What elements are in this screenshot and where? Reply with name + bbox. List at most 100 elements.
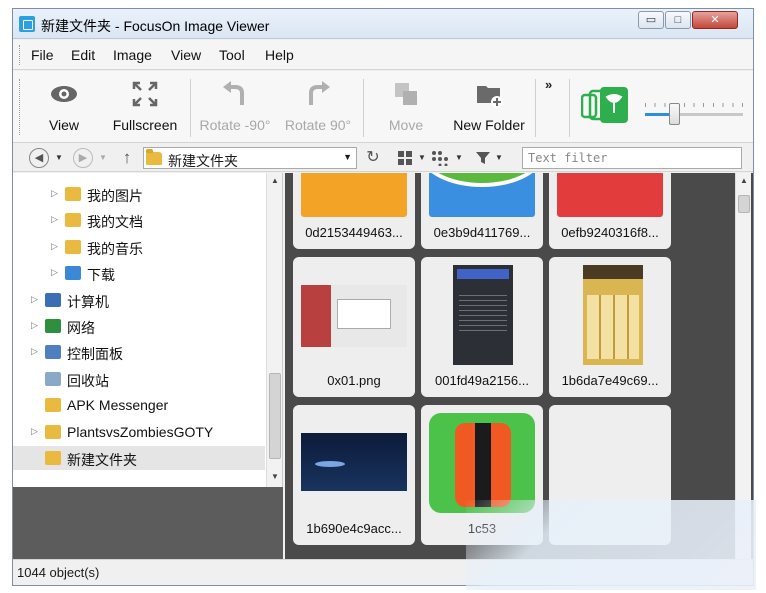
tree-item-label: 下载 xyxy=(87,267,115,284)
zoom-slider[interactable] xyxy=(645,103,743,125)
expand-arrow-icon[interactable]: ▷ xyxy=(31,426,38,437)
tree-item-label: 网络 xyxy=(67,320,95,336)
thumbnail-artwork xyxy=(587,295,639,359)
scroll-down-icon[interactable]: ▼ xyxy=(267,469,283,485)
new-folder-label: New Folder xyxy=(453,117,525,133)
scroll-up-icon[interactable]: ▲ xyxy=(736,173,752,189)
thumbnail-image xyxy=(301,265,407,365)
folder-icon xyxy=(45,398,61,413)
path-text: 新建文件夹 xyxy=(168,153,238,169)
menu-view[interactable]: View xyxy=(171,47,201,63)
new-folder-icon xyxy=(477,86,503,108)
thumbnail-artwork xyxy=(457,269,509,279)
text-filter-input[interactable]: Text filter xyxy=(522,147,742,169)
expand-arrow-icon[interactable]: ▷ xyxy=(51,188,58,199)
path-dropdown-icon[interactable]: ▼ xyxy=(343,152,352,162)
thumbnail-item[interactable]: 0e3b9d411769... xyxy=(421,173,543,249)
forward-arrow-icon[interactable]: ▶ xyxy=(73,148,93,168)
expand-arrow-icon[interactable]: ▷ xyxy=(31,346,38,357)
menu-help[interactable]: Help xyxy=(265,47,294,63)
tree-item[interactable]: ▷ 控制面板 xyxy=(13,340,265,364)
tree-item[interactable]: ▷ PlantsvsZombiesGOTY xyxy=(13,420,265,444)
expand-arrow-icon[interactable]: ▷ xyxy=(31,320,38,331)
thumbnail-artwork xyxy=(583,265,643,279)
menu-tool[interactable]: Tool xyxy=(219,47,245,63)
tree-scrollbar[interactable]: ▲ ▼ xyxy=(266,173,282,487)
scroll-up-icon[interactable]: ▲ xyxy=(267,173,283,189)
close-button[interactable]: ✕ xyxy=(692,11,738,29)
thumbnail-image xyxy=(557,173,663,217)
view-mode-dropdown[interactable]: ▼ xyxy=(418,153,426,162)
move-button[interactable]: Move xyxy=(375,71,437,143)
folder-icon xyxy=(45,451,61,465)
tree-item-label: 我的图片 xyxy=(87,188,143,204)
tree-item[interactable]: ▷ 我的文档 xyxy=(13,208,265,232)
thumbnail-caption: 001fd49a2156... xyxy=(435,373,529,388)
rotate-right-icon xyxy=(309,81,330,105)
thumbnail-caption: 1b690e4c9acc... xyxy=(306,521,402,536)
thumbnail-item[interactable]: 1b6da7e49c69... xyxy=(549,257,671,397)
expand-arrow-icon[interactable]: ▷ xyxy=(51,267,58,278)
title-bar[interactable]: 新建文件夹 - FocusOn Image Viewer ▭ □ ✕ xyxy=(13,9,753,39)
scrollbar-thumb[interactable] xyxy=(269,373,281,459)
grid-view-icon[interactable] xyxy=(397,150,413,166)
eye-icon xyxy=(51,86,77,102)
minimize-button[interactable]: ▭ xyxy=(638,11,664,29)
tree-item-label: 新建文件夹 xyxy=(67,452,137,468)
rotate-left-button[interactable]: Rotate -90° xyxy=(197,71,273,143)
tree-item[interactable]: ▷ 计算机 xyxy=(13,288,265,312)
menu-grip xyxy=(19,45,21,65)
back-arrow-icon[interactable]: ◀ xyxy=(29,148,49,168)
expand-arrow-icon[interactable]: ▷ xyxy=(51,214,58,225)
sort-dropdown[interactable]: ▼ xyxy=(455,153,463,162)
toolbar-grip xyxy=(19,79,21,135)
thumbnail-item[interactable]: 0x01.png xyxy=(293,257,415,397)
new-folder-button[interactable]: New Folder xyxy=(447,71,531,143)
thumbnail-image xyxy=(557,265,663,365)
filter-dropdown[interactable]: ▼ xyxy=(495,153,503,162)
toolbar-separator xyxy=(190,79,191,137)
tree-item-label: 计算机 xyxy=(67,293,109,310)
refresh-icon[interactable]: ↻ xyxy=(363,148,383,168)
fullscreen-button[interactable]: Fullscreen xyxy=(105,71,185,143)
maximize-button[interactable]: □ xyxy=(665,11,691,29)
expand-arrow-icon[interactable]: ▷ xyxy=(51,241,58,252)
expand-arrow-icon[interactable]: ▷ xyxy=(31,294,38,305)
recycle-bin-icon xyxy=(45,371,61,386)
view-button[interactable]: View xyxy=(33,71,95,143)
rotate-right-button[interactable]: Rotate 90° xyxy=(281,71,355,143)
up-arrow-icon[interactable]: ↑ xyxy=(117,148,137,168)
tree-item[interactable]: ▷ 下载 xyxy=(13,261,265,285)
scrollbar-thumb[interactable] xyxy=(738,195,750,213)
tree-item[interactable]: 新建文件夹 xyxy=(13,446,265,470)
object-count: 1044 object(s) xyxy=(17,565,100,580)
forward-history-dropdown[interactable]: ▼ xyxy=(99,153,107,162)
thumbnail-caption: 0x01.png xyxy=(327,373,381,388)
window-title: 新建文件夹 - FocusOn Image Viewer xyxy=(41,18,270,34)
thumbnail-caption: 0e3b9d411769... xyxy=(433,225,531,240)
rotate-left-icon xyxy=(223,81,244,105)
fullscreen-label: Fullscreen xyxy=(112,117,178,133)
thumbnail-item[interactable]: 001fd49a2156... xyxy=(421,257,543,397)
menu-file[interactable]: File xyxy=(31,47,54,63)
thumbnail-artwork xyxy=(557,173,663,217)
thumbnail-item[interactable]: 1b690e4c9acc... xyxy=(293,405,415,545)
filter-icon[interactable] xyxy=(475,150,491,166)
path-combobox[interactable]: 新建文件夹 ▼ xyxy=(143,147,357,169)
tree-item[interactable]: ▷ 我的图片 xyxy=(13,182,265,206)
tree-item[interactable]: 回收站 xyxy=(13,367,265,391)
menu-edit[interactable]: Edit xyxy=(71,47,95,63)
thumbnail-image xyxy=(429,265,535,365)
tree-item[interactable]: ▷ 网络 xyxy=(13,314,265,338)
tree-item[interactable]: ▷ 我的音乐 xyxy=(13,235,265,259)
tree-item[interactable]: APK Messenger xyxy=(13,393,265,417)
sort-icon[interactable] xyxy=(431,150,449,166)
zoom-slider-thumb[interactable] xyxy=(669,103,681,125)
thumbnail-item[interactable]: 0d2153449463... xyxy=(293,173,415,249)
toolbar-overflow-chevron[interactable]: » xyxy=(545,77,552,92)
music-folder-icon xyxy=(65,239,81,254)
back-history-dropdown[interactable]: ▼ xyxy=(55,153,63,162)
menu-image[interactable]: Image xyxy=(113,47,152,63)
thumbnail-item[interactable]: 0efb9240316f8... xyxy=(549,173,671,249)
documents-folder-icon xyxy=(65,213,81,228)
